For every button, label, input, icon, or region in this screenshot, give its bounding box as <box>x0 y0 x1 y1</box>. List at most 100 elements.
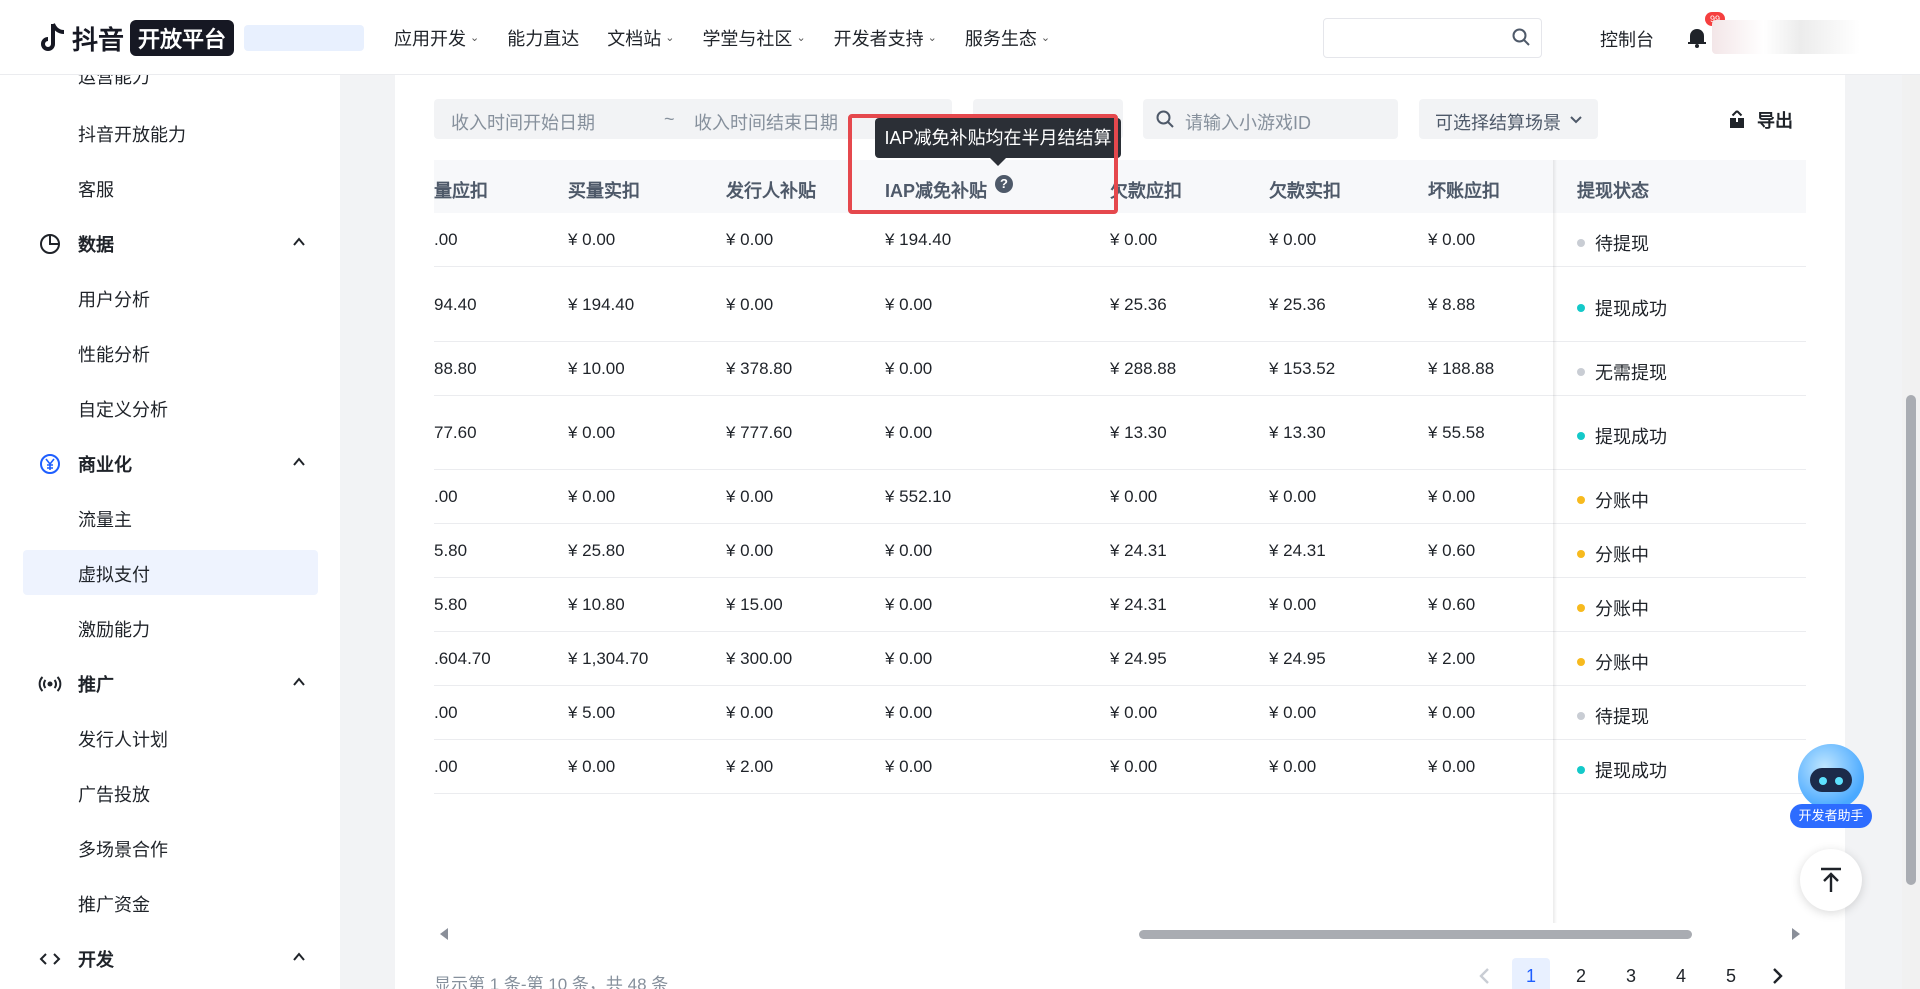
pie-chart-icon <box>40 234 60 254</box>
sidebar-section-label: 商业化 <box>78 455 132 475</box>
table-cell: ¥ 0.00 <box>885 423 933 442</box>
withdraw-status: 分账中 <box>1577 595 1649 621</box>
scrollbar-thumb[interactable] <box>1139 930 1692 939</box>
end-date-input[interactable]: 收入时间结束日期 <box>694 109 838 135</box>
sidebar-item-multi-scene[interactable]: 多场景合作 <box>78 836 168 862</box>
scroll-left-arrow-icon[interactable] <box>440 928 448 940</box>
table-cell: ¥ 552.10 <box>885 487 952 506</box>
next-page-button[interactable] <box>1762 958 1792 989</box>
pagination-summary: 显示第 1 条-第 10 条，共 48 条 <box>434 975 669 989</box>
help-icon[interactable]: ? <box>995 175 1014 193</box>
sidebar-item-ad-delivery[interactable]: 广告投放 <box>78 781 150 807</box>
nav-item[interactable]: 文档站 ⌄ <box>607 25 674 51</box>
bell-icon[interactable] <box>1686 26 1708 48</box>
sidebar-section-data[interactable]: 数据 <box>38 231 308 257</box>
nav-item[interactable]: 应用开发 ⌄ <box>394 25 479 51</box>
table-cell: .604.70 <box>434 649 491 668</box>
page-number-button[interactable]: 5 <box>1712 958 1750 989</box>
table-cell: ¥ 0.00 <box>1428 487 1476 506</box>
chevron-down-icon <box>1570 116 1582 124</box>
table-cell: ¥ 5.00 <box>568 703 616 722</box>
nav-item[interactable]: 学堂与社区 ⌄ <box>702 25 805 51</box>
table-cell: ¥ 10.00 <box>568 359 625 378</box>
page-number-button[interactable]: 4 <box>1662 958 1700 989</box>
sidebar-section-monetization[interactable]: 商业化 <box>38 451 308 477</box>
table-cell: ¥ 24.31 <box>1110 541 1167 560</box>
table-cell: ¥ 13.30 <box>1110 423 1167 442</box>
table-cell: ¥ 194.40 <box>568 295 635 314</box>
settlement-scene-select[interactable]: 可选择结算场景 <box>1419 99 1598 139</box>
table-cell: .00 <box>434 703 458 722</box>
user-account-menu[interactable] <box>1712 20 1860 54</box>
search-icon <box>1156 110 1174 128</box>
table-cell: ¥ 194.40 <box>885 230 952 249</box>
nav-item-label: 应用开发 <box>394 28 466 49</box>
sidebar-item-promo-funds[interactable]: 推广资金 <box>78 891 150 917</box>
page-number-button[interactable]: 2 <box>1562 958 1600 989</box>
table-cell: ¥ 0.00 <box>1110 230 1158 249</box>
table-cell: ¥ 288.88 <box>1110 359 1177 378</box>
scroll-right-arrow-icon[interactable] <box>1792 928 1800 940</box>
nav-item[interactable]: 开发者支持 ⌄ <box>834 25 937 51</box>
game-id-search-input[interactable]: 请输入小游戏ID <box>1143 99 1398 139</box>
table-row: .00 ¥ 0.00 ¥ 2.00 ¥ 0.00 ¥ 0.00 ¥ 0.00 ¥ 0.00 提… <box>434 740 1806 794</box>
chevron-down-icon: ⌄ <box>470 32 480 44</box>
page-number-button[interactable]: 3 <box>1612 958 1650 989</box>
back-to-top-button[interactable] <box>1800 849 1862 911</box>
column-header-iap-subsidy: IAP减免补贴? <box>885 175 1014 203</box>
sidebar-item-virtual-payment[interactable]: 虚拟支付 <box>78 561 150 587</box>
table-cell: ¥ 0.00 <box>1269 487 1317 506</box>
table-cell: ¥ 15.00 <box>726 595 783 614</box>
table-cell: ¥ 24.95 <box>1110 649 1167 668</box>
sidebar-item-performance-analysis[interactable]: 性能分析 <box>78 341 150 367</box>
scrollbar-thumb[interactable] <box>1906 395 1916 885</box>
sidebar-item-ops[interactable]: 运营能力 <box>78 75 150 89</box>
table-cell: ¥ 0.00 <box>1110 757 1158 776</box>
table-cell: ¥ 188.88 <box>1428 359 1495 378</box>
table-horizontal-scrollbar[interactable] <box>434 923 1806 945</box>
table-cell: ¥ 1,304.70 <box>568 649 649 668</box>
table-cell: ¥ 55.58 <box>1428 423 1485 442</box>
code-icon <box>39 953 61 965</box>
sidebar-item-customer-service[interactable]: 客服 <box>78 176 114 202</box>
sidebar-item-publisher-plan[interactable]: 发行人计划 <box>78 726 168 752</box>
sidebar-item-custom-analysis[interactable]: 自定义分析 <box>78 396 168 422</box>
douyin-logo[interactable]: 抖音 开放平台 <box>38 20 235 56</box>
sidebar-item-incentive[interactable]: 激励能力 <box>78 616 150 642</box>
table-cell: .00 <box>434 230 458 249</box>
export-button[interactable]: 导出 <box>1727 107 1793 133</box>
sidebar-section-promotion[interactable]: 推广 <box>38 671 308 697</box>
table-cell: 94.40 <box>434 295 477 314</box>
table-cell: ¥ 0.00 <box>1269 757 1317 776</box>
status-dot-icon <box>1577 604 1585 612</box>
sidebar-item-user-analysis[interactable]: 用户分析 <box>78 286 150 312</box>
page-vertical-scrollbar[interactable] <box>1902 75 1920 989</box>
sidebar-item-traffic-owner[interactable]: 流量主 <box>78 506 132 532</box>
status-label: 待提现 <box>1595 234 1649 254</box>
app-switcher-chip[interactable] <box>244 25 364 51</box>
sidebar-item-open-ability[interactable]: 抖音开放能力 <box>78 121 186 147</box>
console-link[interactable]: 控制台 <box>1600 26 1654 52</box>
nav-item[interactable]: 服务生态 ⌄ <box>965 25 1050 51</box>
start-date-input[interactable]: 收入时间开始日期 <box>451 109 595 135</box>
table-cell: ¥ 0.00 <box>885 649 933 668</box>
page-number-button[interactable]: 1 <box>1512 958 1550 989</box>
prev-page-button[interactable] <box>1470 958 1500 989</box>
sidebar-section-label: 推广 <box>78 675 114 695</box>
developer-assistant-button[interactable]: 开发者助手 <box>1790 744 1872 828</box>
table-cell: 5.80 <box>434 541 468 560</box>
sidebar-section-develop[interactable]: 开发 <box>38 946 308 972</box>
nav-item[interactable]: 能力直达 <box>507 25 579 51</box>
export-icon <box>1730 110 1744 128</box>
game-id-placeholder: 请输入小游戏ID <box>1185 113 1311 133</box>
search-icon <box>1512 28 1530 46</box>
table-cell: ¥ 25.80 <box>568 541 625 560</box>
table-cell: ¥ 2.00 <box>1428 649 1476 668</box>
table-cell: ¥ 0.00 <box>726 295 774 314</box>
table-cell: ¥ 0.00 <box>1269 703 1317 722</box>
pagination: 12345 <box>1470 958 1804 989</box>
global-search-input[interactable] <box>1323 18 1542 58</box>
withdraw-status: 提现成功 <box>1577 423 1667 449</box>
table-cell: ¥ 0.00 <box>568 757 616 776</box>
table-cell: ¥ 153.52 <box>1269 359 1336 378</box>
